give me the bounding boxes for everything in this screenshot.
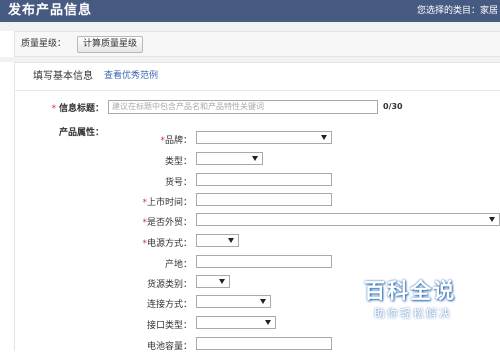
field-label-text: 货源类别： [146,280,192,290]
field-select[interactable] [196,295,271,308]
field-label: 连接方式： [120,297,192,310]
calculate-quality-button[interactable]: 计算质量星级 [77,36,144,53]
panel-header: 填写基本信息 查看优秀范例 [15,63,500,91]
page-title: 发布产品信息 [8,3,93,18]
field-label-text: 上市时间： [146,198,192,208]
field-label-text: 类型： [164,157,192,167]
field-input[interactable] [196,337,332,350]
field-select[interactable] [196,152,263,165]
field-label: *是否外贸： [120,215,192,228]
field-label: *品牌： [120,133,192,146]
field-label-text: 产地： [164,260,192,270]
required-star: * [51,104,57,114]
field-label: 产地： [120,257,192,270]
header-gap [0,22,500,31]
dropdown-arrow-icon [265,320,271,325]
field-label-text: 连接方式： [146,300,192,310]
dropdown-arrow-icon [489,217,495,222]
info-title-label: * 信息标题： [40,101,104,114]
quality-bar: 质量星级： 计算质量星级 [14,31,500,57]
view-examples-link[interactable]: 查看优秀范例 [104,63,158,90]
dropdown-arrow-icon [252,156,258,161]
field-label: 货号： [120,175,192,188]
watermark-subtitle: 助你轻松解决 [374,307,452,320]
watermark-logo: 百科全说 助你轻松解决 [340,270,466,328]
panel-title: 填写基本信息 [33,71,93,82]
selected-category: 您选择的类目：家居 [416,6,498,16]
info-title-text: 信息标题： [58,104,104,114]
field-select[interactable] [196,131,332,144]
dropdown-arrow-icon [228,238,234,243]
field-input[interactable] [196,173,332,186]
field-label: *电源方式： [120,236,192,249]
field-label: 货源类别： [120,277,192,290]
top-header-bar: 发布产品信息 您选择的类目：家居 [0,0,500,22]
field-label-text: 是否外贸： [146,218,192,228]
field-select[interactable] [196,316,276,329]
dropdown-arrow-icon [219,279,225,284]
field-label: 电池容量： [120,339,192,352]
dropdown-arrow-icon [321,135,327,140]
product-attributes-text: 产品属性： [58,128,104,138]
field-select[interactable] [196,275,230,288]
field-select[interactable] [196,213,500,226]
field-label: 类型： [120,154,192,167]
field-label-text: 接口类型： [146,321,192,331]
field-select[interactable] [196,234,239,247]
field-label-text: 品牌： [164,136,192,146]
field-input[interactable] [196,193,332,206]
field-label: *上市时间： [120,195,192,208]
info-title-counter: 0/30 [383,102,403,111]
quality-label: 质量星级： [21,39,67,49]
field-label: 接口类型： [120,318,192,331]
product-attributes-label: 产品属性： [40,125,104,138]
info-title-input[interactable]: 建议在标题中包含产品名和产品特性关键词 [108,100,378,114]
field-label-text: 电源方式： [146,239,192,249]
watermark-title: 百科全说 [364,279,456,303]
field-label-text: 货号： [164,178,192,188]
dropdown-arrow-icon [260,299,266,304]
field-input[interactable] [196,255,332,268]
